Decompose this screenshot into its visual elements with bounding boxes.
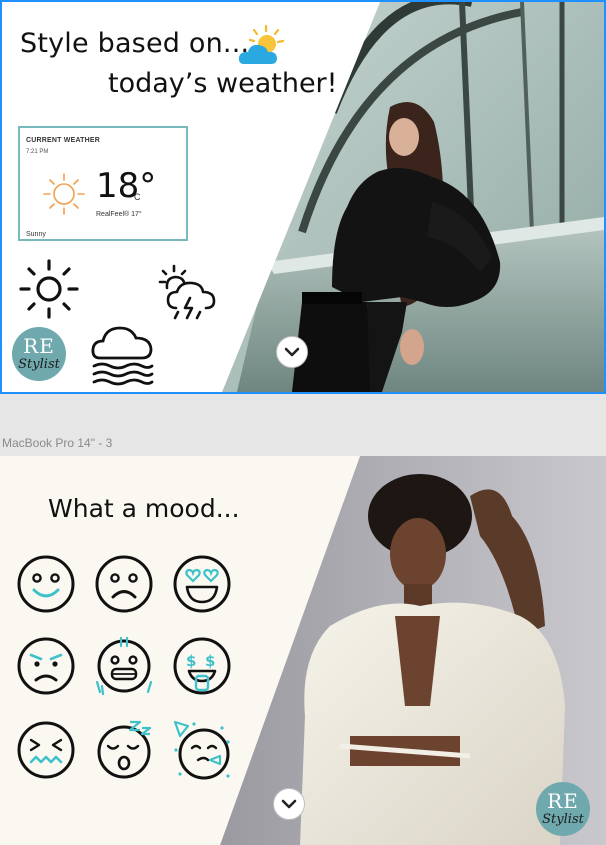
artboard-frame-label[interactable]: MacBook Pro 14" - 3	[2, 436, 112, 450]
mood-headline: What a mood...	[48, 494, 240, 523]
sleepy-emoji-icon[interactable]	[94, 720, 154, 780]
weather-card-time: 7:21 PM	[26, 149, 49, 155]
dizzy-emoji-icon[interactable]	[16, 720, 76, 780]
grimace-emoji-icon[interactable]	[94, 636, 154, 696]
temperature-value: 18°	[96, 166, 157, 206]
partly-cloudy-icon	[238, 24, 285, 64]
design-canvas: Style based on... today’s weather! CURRE…	[0, 0, 606, 845]
weather-artboard[interactable]: Style based on... today’s weather! CURRE…	[0, 0, 606, 394]
realfeel-value: RealFeel® 17°	[96, 211, 142, 218]
money-mouth-emoji-icon[interactable]: $ $	[172, 636, 232, 696]
sun-outline-icon	[43, 173, 85, 215]
svg-text:$: $	[205, 652, 215, 670]
heart-eyes-emoji-icon[interactable]	[172, 554, 232, 614]
chevron-down-icon	[284, 347, 300, 357]
temperature-unit: C	[134, 192, 141, 202]
re-stylist-logo[interactable]: RE Stylist	[536, 782, 590, 836]
headline-line-2: today’s weather!	[108, 68, 338, 99]
scroll-down-button[interactable]	[273, 788, 305, 820]
headline-line-1: Style based on...	[20, 28, 250, 59]
weather-condition: Sunny	[26, 231, 46, 238]
weather-card-title: CURRENT WEATHER	[26, 137, 101, 144]
sun-icon[interactable]	[18, 258, 80, 320]
fog-icon[interactable]	[90, 320, 156, 386]
angry-emoji-icon[interactable]	[16, 636, 76, 696]
mood-artboard[interactable]: What a mood... $ $ RE Stylist	[0, 456, 606, 845]
sad-emoji-icon[interactable]	[94, 554, 154, 614]
svg-text:$: $	[186, 652, 196, 670]
logo-mark: RE	[23, 334, 55, 358]
current-weather-card[interactable]: CURRENT WEATHER 7:21 PM 18° C RealFeel® …	[18, 126, 188, 241]
re-stylist-logo[interactable]: RE Stylist	[12, 327, 66, 381]
logo-wordmark: Stylist	[542, 812, 584, 827]
smile-emoji-icon[interactable]	[16, 554, 76, 614]
scroll-down-button[interactable]	[276, 336, 308, 368]
logo-mark: RE	[547, 789, 579, 813]
logo-wordmark: Stylist	[18, 357, 60, 372]
chevron-down-icon	[281, 799, 297, 809]
party-emoji-icon[interactable]	[172, 720, 232, 780]
thunderstorm-icon[interactable]	[158, 264, 222, 326]
